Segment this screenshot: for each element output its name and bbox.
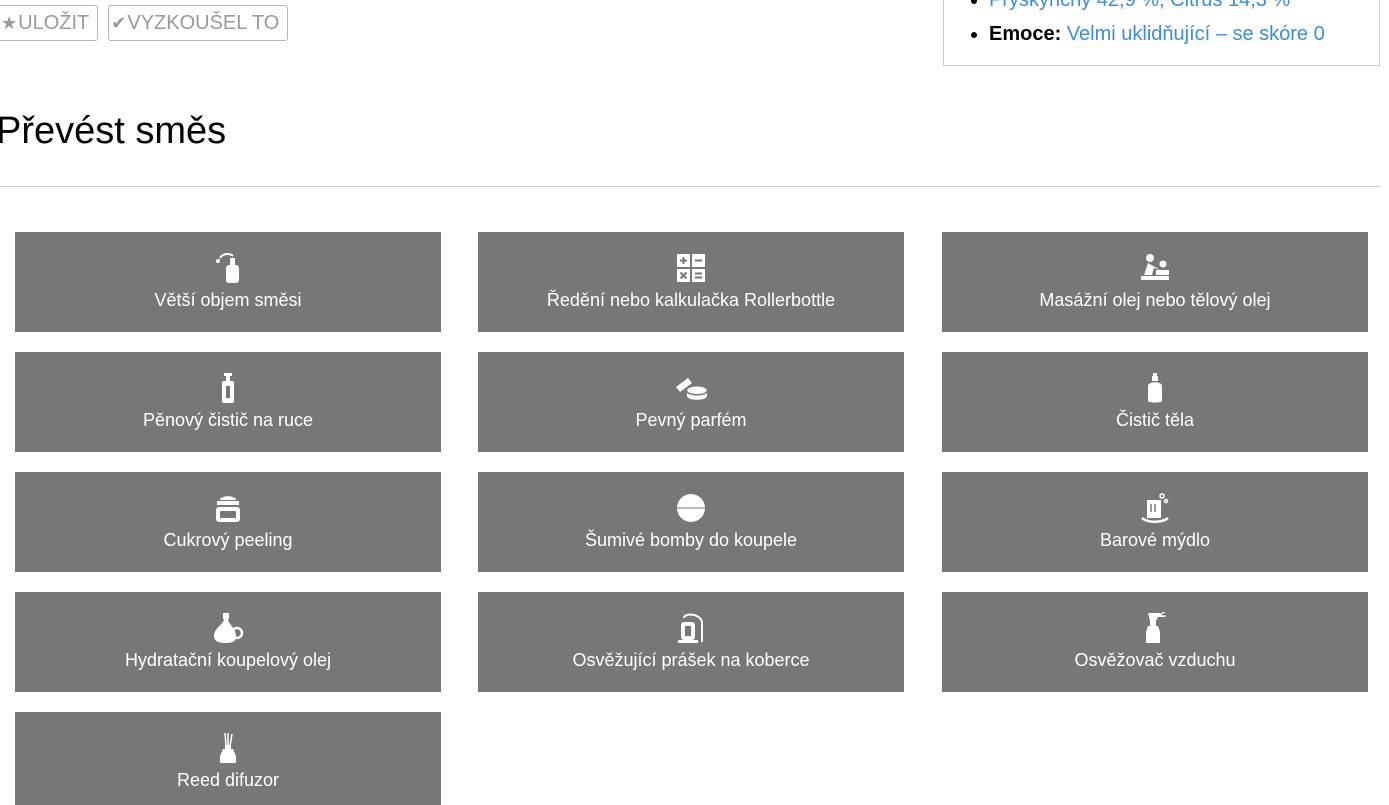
spray-bottle-icon (1142, 612, 1168, 644)
star-icon: ★ (1, 12, 18, 33)
solid-perfume-icon (673, 372, 709, 404)
convert-bar-soap-tile[interactable]: Barové mýdlo (942, 472, 1368, 572)
section-title: Převést směs (0, 110, 227, 152)
recipe-actions: ★ ULOŽIT ✔ VYZKOUŠEL TO (0, 5, 289, 41)
convert-dilution-calculator-tile[interactable]: Ředění nebo kalkulačka Rollerbottle (478, 232, 904, 332)
convert-foaming-hand-wash-tile[interactable]: Pěnový čistič na ruce (15, 352, 441, 452)
tile-label: Čistič těla (1115, 410, 1195, 430)
emotion-link[interactable]: Velmi uklidňující – se skóre 0 (1067, 23, 1325, 45)
save-button-label: ULOŽIT (18, 11, 90, 34)
massage-icon (1138, 252, 1172, 284)
tile-label: Pevný parfém (635, 410, 747, 430)
aroma-profile-item: Pryskyřičný 42,9 %, Citrus 14,3 % (989, 0, 1379, 17)
tile-label: Cukrový peeling (163, 530, 293, 550)
save-button[interactable]: ★ ULOŽIT (0, 5, 99, 41)
foam-pump-bottle-icon (219, 372, 237, 404)
checkmark-icon: ✔ (111, 12, 127, 33)
aroma-profile-link[interactable]: Pryskyřičný 42,9 %, Citrus 14,3 % (989, 0, 1290, 11)
tile-label: Pěnový čistič na ruce (142, 410, 314, 430)
tile-label: Reed difuzor (176, 770, 280, 790)
convert-bath-bombs-tile[interactable]: Šumivé bomby do koupele (478, 472, 904, 572)
vacuum-icon (675, 612, 707, 644)
tile-label: Šumivé bomby do koupele (584, 530, 798, 550)
tile-label: Osvěžující prášek na koberce (572, 650, 810, 670)
tile-label: Ředění nebo kalkulačka Rollerbottle (546, 290, 836, 310)
tile-label: Větší objem směsi (154, 290, 302, 310)
convert-reed-diffuser-tile[interactable]: Reed difuzor (15, 712, 441, 805)
page: ★ ULOŽIT ✔ VYZKOUŠEL TO Pryskyřičný 42,9… (0, 0, 1389, 805)
convert-massage-oil-tile[interactable]: Masážní olej nebo tělový olej (942, 232, 1368, 332)
convert-solid-perfume-tile[interactable]: Pevný parfém (478, 352, 904, 452)
calculator-icon (676, 252, 706, 284)
tile-label: Osvěžovač vzduchu (1074, 650, 1236, 670)
emotion-key: Emoce: (989, 23, 1062, 45)
tried-it-button[interactable]: ✔ VYZKOUŠEL TO (108, 5, 289, 41)
bath-oil-bottle-icon (212, 612, 244, 644)
tried-it-button-label: VYZKOUŠEL TO (127, 11, 280, 34)
convert-air-freshener-tile[interactable]: Osvěžovač vzduchu (942, 592, 1368, 692)
bath-bomb-icon (675, 492, 707, 524)
tile-label: Barové mýdlo (1099, 530, 1211, 550)
scrub-jar-icon (213, 492, 243, 524)
convert-bath-oil-tile[interactable]: Hydratační koupelový olej (15, 592, 441, 692)
reed-diffuser-icon (217, 732, 239, 764)
bar-soap-icon (1139, 492, 1171, 524)
convert-larger-volume-tile[interactable]: Větší objem směsi (15, 232, 441, 332)
blend-info-panel: Pryskyřičný 42,9 %, Citrus 14,3 % Emoce:… (943, 0, 1380, 66)
dropper-bottle-icon (214, 252, 242, 284)
convert-body-wash-tile[interactable]: Čistič těla (942, 352, 1368, 452)
convert-sugar-scrub-tile[interactable]: Cukrový peeling (15, 472, 441, 572)
convert-carpet-powder-tile[interactable]: Osvěžující prášek na koberce (478, 592, 904, 692)
tile-label: Hydratační koupelový olej (124, 650, 332, 670)
section-divider (0, 186, 1381, 187)
body-wash-bottle-icon (1146, 372, 1164, 404)
emotion-item: Emoce: Velmi uklidňující – se skóre 0 (989, 17, 1379, 51)
tile-label: Masážní olej nebo tělový olej (1039, 290, 1271, 310)
